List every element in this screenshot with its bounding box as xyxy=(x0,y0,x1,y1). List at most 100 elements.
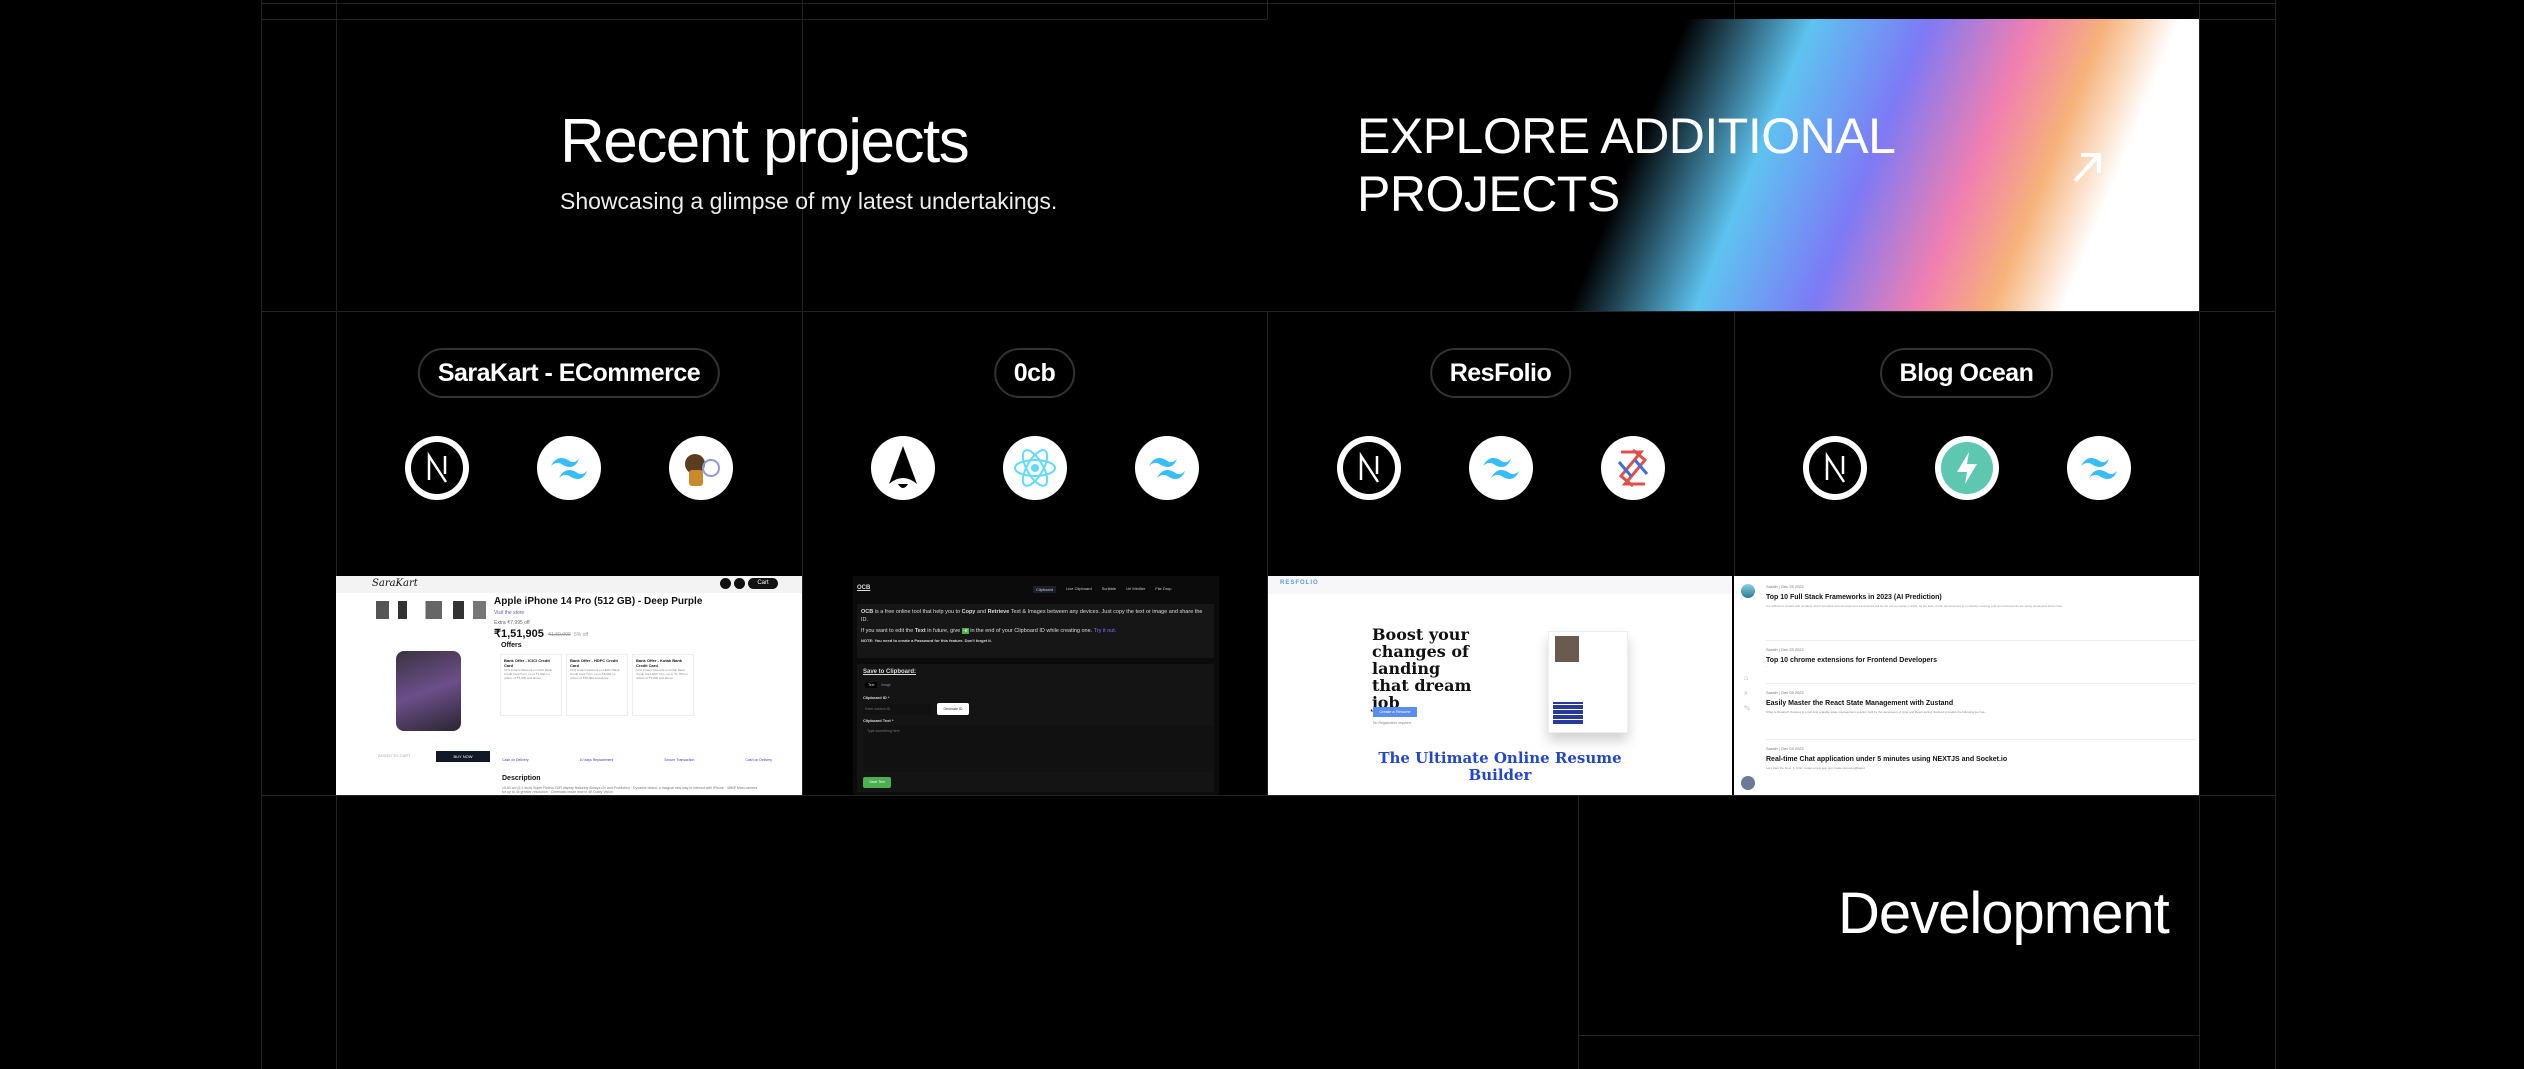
preview-text: Retrieve xyxy=(987,609,1010,615)
explore-line-1: EXPLORE ADDITIONAL xyxy=(1357,108,1896,164)
project-card-sarakart[interactable]: SaraKart - ECommerce SaraKart Cart Apple… xyxy=(336,311,802,795)
post-title: Real-time Chat application under 5 minut… xyxy=(1766,756,2008,763)
preview-text: Text xyxy=(914,628,926,634)
preview-text: No Registration required xyxy=(1373,721,1411,725)
preview-textarea: Type something here xyxy=(863,726,1213,772)
project-card-blog-ocean[interactable]: Blog Ocean ⌂ ⌕ ✎ Sarath | Dec 25 2022 To… xyxy=(1734,311,2199,795)
react-icon xyxy=(1002,436,1067,500)
grid-line xyxy=(2275,0,2276,1069)
preview-text: and xyxy=(975,609,988,615)
tailwind-icon xyxy=(537,436,601,500)
post-item[interactable]: Sarath | Dec 25 2022 Top 10 chrome exten… xyxy=(1766,641,2196,684)
project-preview-resfolio[interactable]: RESFOLIO Boost your changes of landing t… xyxy=(1268,576,1732,795)
project-preview-sarakart[interactable]: SaraKart Cart Apple iPhone 14 Pro (512 G… xyxy=(336,576,802,795)
tailwind-icon xyxy=(1468,436,1533,500)
offer-title: Bank Offer - ICICI Credit Card xyxy=(504,658,550,668)
nextjs-icon xyxy=(405,436,469,500)
post-date: Dec 04 2022 xyxy=(1781,746,1804,751)
offer-desc: 10% Instant Discount on ICICI Bank Credi… xyxy=(504,668,552,680)
preview-nav: Clipboard xyxy=(1033,586,1057,593)
preview-text: Visit the store xyxy=(494,610,525,616)
preview-input: Enter custom ID xyxy=(863,704,931,714)
project-card-resfolio[interactable]: ResFolio RESFOLIO Boost your changes of … xyxy=(1267,311,1734,795)
preview-text: If you want to edit the xyxy=(861,628,915,634)
preview-text: 15.54 cm (6.1-inch) Super Retina XDR dis… xyxy=(502,786,758,794)
astro-icon xyxy=(870,436,935,500)
project-title-pill: Blog Ocean xyxy=(1879,348,2054,398)
preview-text: OCB xyxy=(861,609,874,615)
preview-tab: Image xyxy=(881,683,891,687)
grid-line xyxy=(261,3,2275,4)
arrow-up-right-icon[interactable] xyxy=(2067,147,2107,187)
post-title: Top 10 Full Stack Frameworks in 2023 (AI… xyxy=(1766,594,1942,601)
tailwind-icon xyxy=(2066,436,2131,500)
post-item[interactable]: Sarath | Dec 05 2022 Easily Master the R… xyxy=(1766,684,2196,740)
post-item[interactable]: Sarath | Dec 04 2022 Real-time Chat appl… xyxy=(1766,740,2196,770)
preview-text: Offers xyxy=(501,642,522,649)
post-title: Top 10 chrome extensions for Frontend De… xyxy=(1766,657,1938,664)
post-item[interactable]: Sarath | Dec 25 2022 Top 10 Full Stack F… xyxy=(1766,584,2196,641)
page-subtitle: Showcasing a glimpse of my latest undert… xyxy=(560,188,1058,214)
section-heading-development: Development xyxy=(1838,881,2170,946)
nextjs-icon xyxy=(1336,436,1401,500)
grid-line xyxy=(261,0,262,1069)
tailwind-icon xyxy=(1134,436,1199,500)
project-preview-0cb[interactable]: OCB Clipboard Live Clipboard Scribble Url M… xyxy=(853,576,1219,795)
redux-saga-icon xyxy=(1600,436,1665,500)
preview-hero: Boost your changes of landing that dream… xyxy=(1372,625,1472,712)
offer-title: Bank Offer - HDFC Credit Card xyxy=(570,658,618,668)
project-card-0cb[interactable]: 0cb OCB Clipboard Live Clipboard Scribble U… xyxy=(802,311,1267,795)
preview-tab: Text xyxy=(865,682,878,688)
preview-logo: RESFOLIO xyxy=(1280,580,1319,586)
project-title-pill: 0cb xyxy=(993,348,1076,398)
preview-text: in future, give xyxy=(925,628,962,634)
post-excerpt: What is Zustand? Zustand is a fast and s… xyxy=(1766,710,1987,714)
grid-line xyxy=(261,795,2275,796)
preview-logo: OCB xyxy=(857,585,871,591)
grid-line xyxy=(2199,0,2200,1069)
preview-button: Save Text xyxy=(863,777,891,788)
preview-text: ₹1,59,900 xyxy=(548,632,571,638)
grid-line xyxy=(1578,795,1579,1069)
post-list: Sarath | Dec 25 2022 Top 10 Full Stack F… xyxy=(1766,584,2196,770)
post-excerpt: ... xyxy=(1766,664,1769,668)
feature: Cash on Delivery xyxy=(502,758,529,762)
feature: Secure Transaction xyxy=(664,758,695,762)
post-author: Sarath xyxy=(1766,584,1778,589)
preview-text: Clipboard Text * xyxy=(863,718,894,723)
project-title-pill: ResFolio xyxy=(1429,348,1572,398)
preview-nav: Url Minifier xyxy=(1126,586,1146,591)
preview-text: in the end of your Clipboard ID while cr… xyxy=(968,628,1094,634)
preview-text: Save to Clipboard: xyxy=(863,669,917,675)
project-preview-blog-ocean[interactable]: ⌂ ⌕ ✎ Sarath | Dec 25 2022 Top 10 Full S… xyxy=(1734,576,2199,795)
post-date: Dec 25 2022 xyxy=(1781,584,1804,589)
preview-text: Copy xyxy=(961,609,976,615)
preview-button: Generate ID xyxy=(937,703,969,715)
preview-price: ₹1,51,905 xyxy=(494,628,544,640)
explore-label[interactable]: EXPLORE ADDITIONAL PROJECTS xyxy=(1357,107,1957,223)
preview-text: Extra ₹7,995 off xyxy=(494,620,530,626)
post-excerpt: It is difficult to predict with certaint… xyxy=(1766,604,2063,608)
preview-nav: Scribble xyxy=(1101,586,1117,591)
grid-line xyxy=(1578,1035,2199,1036)
explore-line-2: PROJECTS xyxy=(1357,166,1620,222)
preview-added-button: ADDED TO CART xyxy=(378,753,411,758)
post-excerpt: Let's start the timer. 1. First, create … xyxy=(1766,766,1865,770)
post-author: Sarath xyxy=(1766,746,1778,751)
post-date: Dec 25 2022 xyxy=(1781,647,1804,652)
offer-desc: 10% Instant Discount on Kotak Bank Credi… xyxy=(636,668,688,680)
preview-text: Clipboard ID * xyxy=(863,695,890,700)
page-title: Recent projects xyxy=(560,107,970,176)
preview-nav: File Drop xyxy=(1155,586,1172,591)
offer-title: Bank Offer - Kotak Bank Credit Card xyxy=(636,658,683,668)
feature: 10 days Replacement xyxy=(579,758,614,762)
post-title: Easily Master the React State Management… xyxy=(1766,700,1954,707)
offer-desc: 10% Instant Discount on HDFC Bank Credit… xyxy=(570,668,620,680)
post-author: Sarath xyxy=(1766,647,1778,652)
preview-button: Create a Resume xyxy=(1373,707,1417,717)
tech-stack xyxy=(336,436,802,500)
preview-text: -e xyxy=(961,628,969,634)
sidebar-icons: ⌂ ⌕ ✎ xyxy=(1744,675,1751,712)
post-date: Dec 05 2022 xyxy=(1781,690,1804,695)
preview-link: Try it out. xyxy=(1093,628,1117,634)
